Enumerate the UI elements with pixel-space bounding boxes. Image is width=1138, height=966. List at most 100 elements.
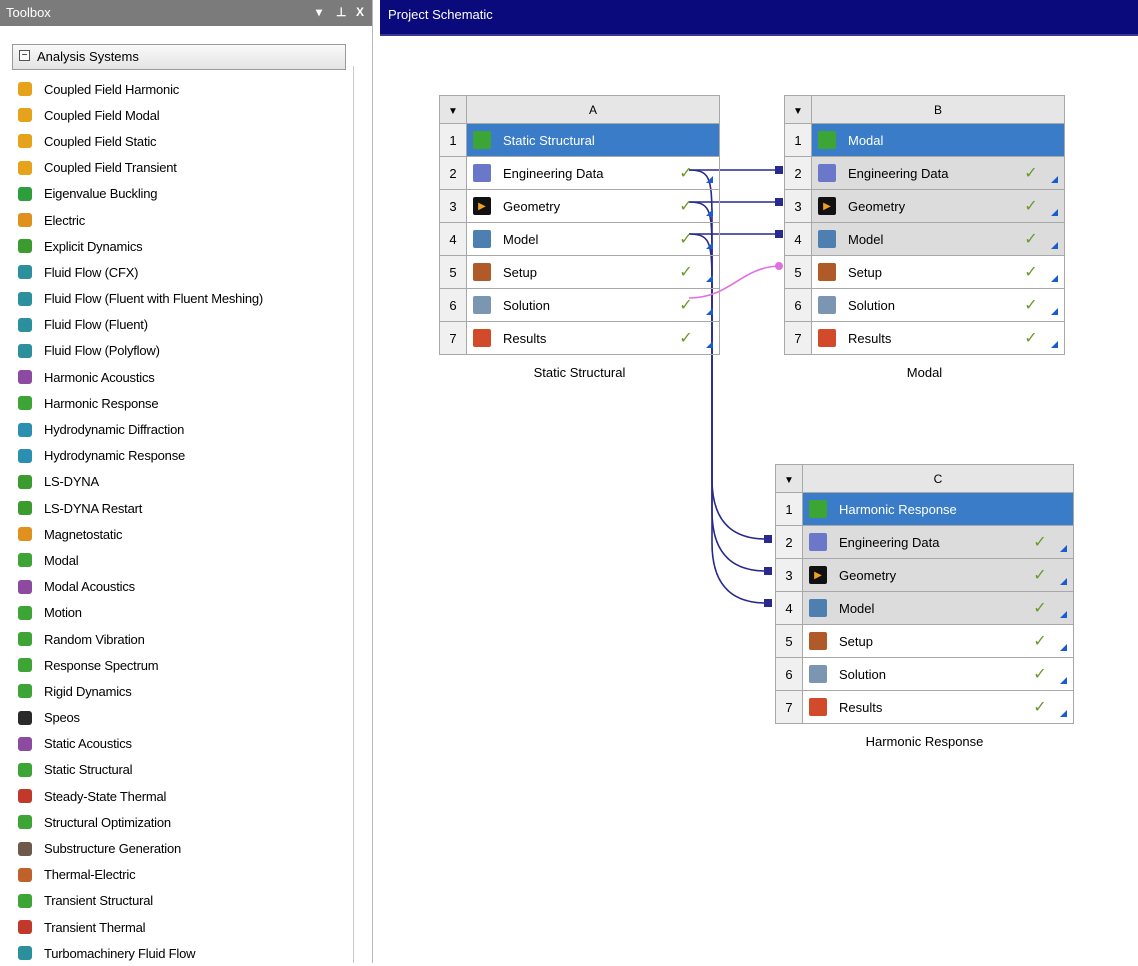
system-cell-modal[interactable]: 1 Modal: [784, 123, 1065, 157]
analysis-systems-header[interactable]: − Analysis Systems: [12, 44, 346, 70]
corner-menu-icon[interactable]: [1060, 578, 1067, 585]
toolbox-item[interactable]: Rigid Dynamics: [18, 678, 344, 704]
toolbox-item[interactable]: Fluid Flow (Fluent): [18, 312, 344, 338]
toolbox-item[interactable]: Hydrodynamic Response: [18, 443, 344, 469]
corner-menu-icon[interactable]: [1060, 545, 1067, 552]
toolbox-item[interactable]: Fluid Flow (Fluent with Fluent Meshing): [18, 286, 344, 312]
system-cell-harmonic-response[interactable]: 1 Harmonic Response: [775, 492, 1074, 526]
system-cell-engineering-data[interactable]: 2 Engineering Data ✓: [784, 156, 1065, 190]
toolbox-item[interactable]: Thermal-Electric: [18, 862, 344, 888]
toolbox-item[interactable]: Explicit Dynamics: [18, 233, 344, 259]
system-menu-icon[interactable]: ▼: [784, 95, 812, 124]
corner-menu-icon[interactable]: [1051, 341, 1058, 348]
toolbox-item[interactable]: Modal Acoustics: [18, 574, 344, 600]
corner-menu-icon[interactable]: [1060, 677, 1067, 684]
corner-menu-icon[interactable]: [706, 176, 713, 183]
toolbox-item[interactable]: Speos: [18, 705, 344, 731]
corner-menu-icon[interactable]: [1051, 242, 1058, 249]
system-cell-setup[interactable]: 5 Setup ✓: [439, 255, 720, 289]
coupled-field-icon: [18, 160, 32, 175]
toolbox-item[interactable]: Hydrodynamic Diffraction: [18, 416, 344, 442]
toolbox-scrollbar[interactable]: [353, 66, 354, 963]
system-cell-engineering-data[interactable]: 2 Engineering Data ✓: [775, 525, 1074, 559]
system-cell-results[interactable]: 7 Results ✓: [784, 321, 1065, 355]
corner-menu-icon[interactable]: [1060, 644, 1067, 651]
system-c[interactable]: ▼ C 1 Harmonic Response 2 Engineering Data ✓ 3 ▶…: [775, 464, 1074, 749]
pin-icon[interactable]: ⊥: [336, 5, 346, 19]
toolbox-item[interactable]: Static Structural: [18, 757, 344, 783]
corner-menu-icon[interactable]: [1051, 275, 1058, 282]
system-cell-results[interactable]: 7 Results ✓: [775, 690, 1074, 724]
corner-menu-icon[interactable]: [706, 275, 713, 282]
system-cell-model[interactable]: 4 Model ✓: [784, 222, 1065, 256]
corner-menu-icon[interactable]: [706, 308, 713, 315]
corner-menu-icon[interactable]: [706, 341, 713, 348]
corner-menu-icon[interactable]: [1051, 209, 1058, 216]
toolbox-item[interactable]: LS-DYNA Restart: [18, 495, 344, 521]
system-cell-results[interactable]: 7 Results ✓: [439, 321, 720, 355]
buckling-icon: [18, 186, 32, 201]
toolbox-item-label: Static Structural: [44, 762, 133, 778]
toolbox-item[interactable]: Coupled Field Transient: [18, 155, 344, 181]
system-caption[interactable]: Modal: [784, 365, 1065, 380]
system-cell-setup[interactable]: 5 Setup ✓: [775, 624, 1074, 658]
toolbox-item[interactable]: Modal: [18, 547, 344, 573]
corner-menu-icon[interactable]: [706, 242, 713, 249]
magnet-icon: [18, 527, 32, 542]
toolbox-item-label: Magnetostatic: [44, 526, 123, 542]
toolbox-item[interactable]: Eigenvalue Buckling: [18, 181, 344, 207]
toolbox-item[interactable]: Harmonic Response: [18, 390, 344, 416]
system-caption[interactable]: Harmonic Response: [775, 734, 1074, 749]
toolbox-item[interactable]: Harmonic Acoustics: [18, 364, 344, 390]
close-icon[interactable]: X: [356, 5, 364, 19]
toolbox-item[interactable]: Structural Optimization: [18, 809, 344, 835]
system-cell-geometry[interactable]: 3 ▶ Geometry ✓: [784, 189, 1065, 223]
cell-label: Setup: [503, 264, 537, 280]
corner-menu-icon[interactable]: [1051, 176, 1058, 183]
system-menu-icon[interactable]: ▼: [439, 95, 467, 124]
system-cell-solution[interactable]: 6 Solution ✓: [439, 288, 720, 322]
toolbox-item[interactable]: Steady-State Thermal: [18, 783, 344, 809]
system-a[interactable]: ▼ A 1 Static Structural 2 Engineering Data ✓ 3 ▶…: [439, 95, 720, 380]
system-cell-solution[interactable]: 6 Solution ✓: [784, 288, 1065, 322]
system-cell-static-structural[interactable]: 1 Static Structural: [439, 123, 720, 157]
toolbox-item[interactable]: LS-DYNA: [18, 469, 344, 495]
cell-label: Modal: [848, 132, 884, 148]
system-menu-icon[interactable]: ▼: [775, 464, 803, 493]
system-cell-setup[interactable]: 5 Setup ✓: [784, 255, 1065, 289]
corner-menu-icon[interactable]: [706, 209, 713, 216]
cell-label: Engineering Data: [848, 165, 949, 181]
collapse-icon[interactable]: −: [19, 50, 30, 61]
system-caption[interactable]: Static Structural: [439, 365, 720, 380]
toolbox-item[interactable]: Electric: [18, 207, 344, 233]
toolbox-item[interactable]: Coupled Field Harmonic: [18, 76, 344, 102]
system-cell-geometry[interactable]: 3 ▶ Geometry ✓: [775, 558, 1074, 592]
results-icon: [473, 329, 491, 347]
toolbox-item[interactable]: Turbomachinery Fluid Flow: [18, 940, 344, 966]
corner-menu-icon[interactable]: [1060, 611, 1067, 618]
system-cell-engineering-data[interactable]: 2 Engineering Data ✓: [439, 156, 720, 190]
system-cell-model[interactable]: 4 Model ✓: [439, 222, 720, 256]
toolbox-item[interactable]: Fluid Flow (Polyflow): [18, 338, 344, 364]
toolbox-item[interactable]: Substructure Generation: [18, 835, 344, 861]
cell-label: Solution: [503, 297, 550, 313]
system-b[interactable]: ▼ B 1 Modal 2 Engineering Data ✓ 3 ▶ Geometry ✓ 4 Mo…: [784, 95, 1065, 380]
rigid-icon: [18, 684, 32, 699]
corner-menu-icon[interactable]: [1060, 710, 1067, 717]
toolbox-header: Toolbox ▾ ⊥ X: [0, 0, 372, 26]
toolbox-item[interactable]: Coupled Field Static: [18, 128, 344, 154]
system-cell-geometry[interactable]: 3 ▶ Geometry ✓: [439, 189, 720, 223]
toolbox-item[interactable]: Response Spectrum: [18, 652, 344, 678]
toolbox-item[interactable]: Random Vibration: [18, 626, 344, 652]
toolbox-item[interactable]: Coupled Field Modal: [18, 102, 344, 128]
toolbox-item[interactable]: Motion: [18, 600, 344, 626]
toolbox-item[interactable]: Transient Thermal: [18, 914, 344, 940]
toolbox-dropdown-icon[interactable]: ▾: [316, 5, 322, 19]
system-cell-solution[interactable]: 6 Solution ✓: [775, 657, 1074, 691]
system-cell-model[interactable]: 4 Model ✓: [775, 591, 1074, 625]
corner-menu-icon[interactable]: [1051, 308, 1058, 315]
toolbox-item[interactable]: Static Acoustics: [18, 731, 344, 757]
toolbox-item[interactable]: Transient Structural: [18, 888, 344, 914]
toolbox-item[interactable]: Fluid Flow (CFX): [18, 259, 344, 285]
toolbox-item[interactable]: Magnetostatic: [18, 521, 344, 547]
